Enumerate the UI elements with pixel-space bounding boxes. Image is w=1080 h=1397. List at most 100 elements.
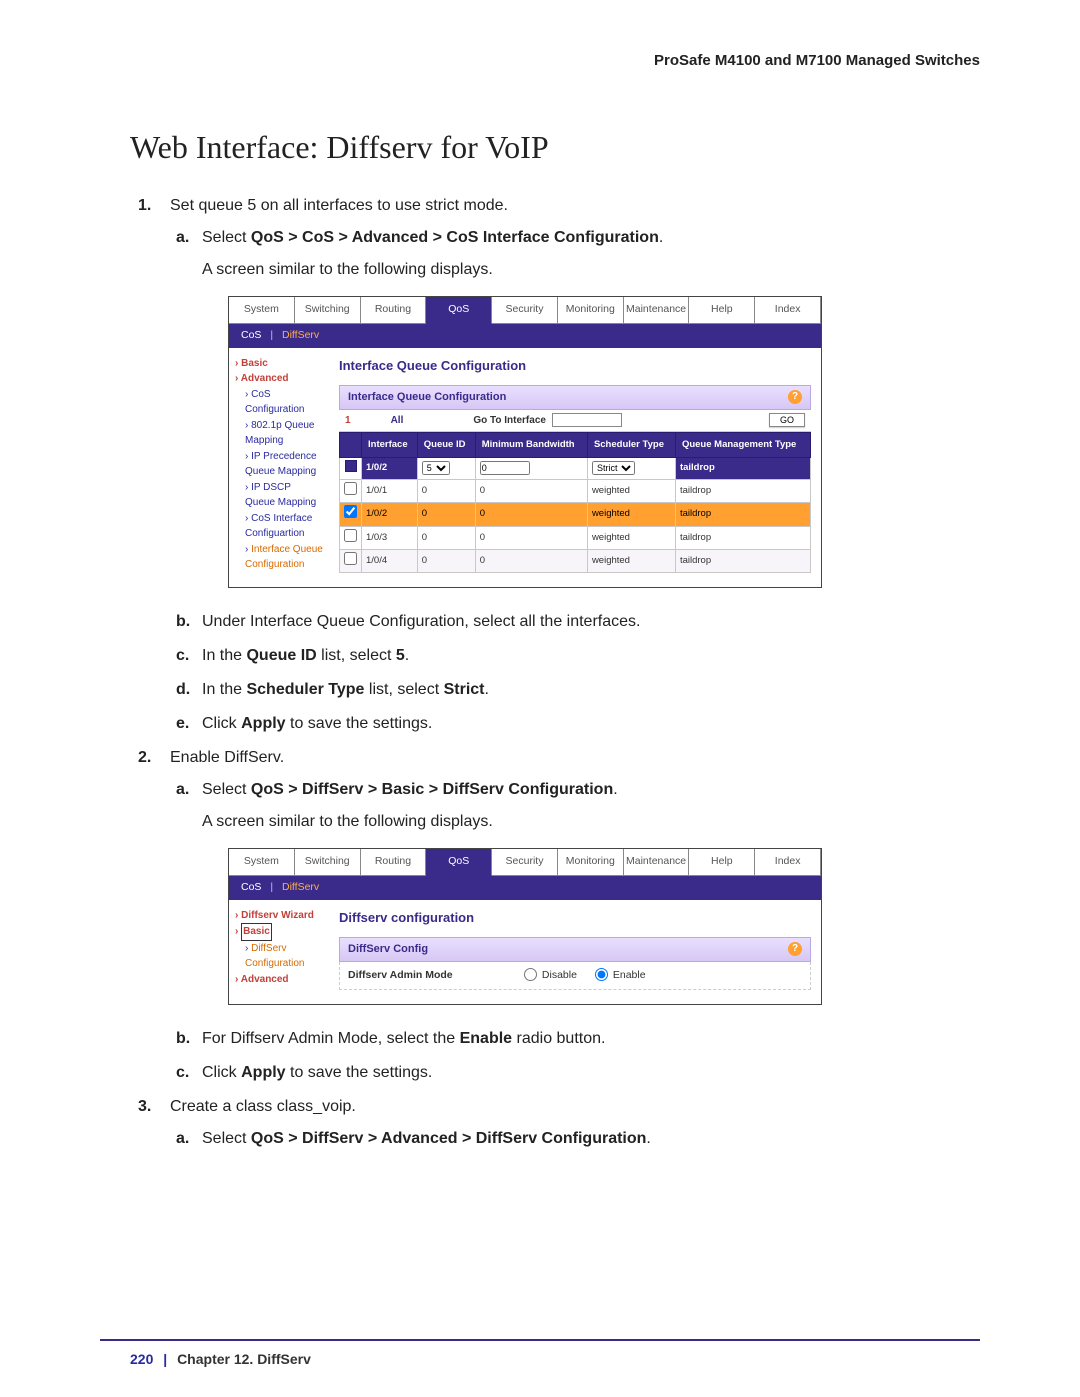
bold: Queue ID [246,647,316,664]
page-num[interactable]: 1 [345,413,351,428]
step-1: 1. Set queue 5 on all interfaces to use … [170,194,980,736]
subtab-diffserv[interactable]: DiffServ [282,329,319,341]
cell-queueid: 0 [417,480,475,503]
cell-qmgmt: taildrop [675,503,810,526]
select-all-icon[interactable] [345,460,357,472]
cell-interface: 1/0/4 [362,549,418,572]
cell-scheduler: weighted [587,526,675,549]
step-2c: c. Click Apply to save the settings. [202,1061,980,1085]
tabbar: System Switching Routing QoS Security Mo… [229,297,821,324]
footer-page: 220 [130,1351,153,1367]
side-item[interactable]: IP Precedence Queue Mapping [235,449,323,480]
side-item[interactable]: IP DSCP Queue Mapping [235,480,323,511]
cell-scheduler: Strict [587,457,675,479]
tab-help[interactable]: Help [689,297,755,324]
after-text: A screen similar to the following displa… [202,810,980,834]
row-checkbox-cell [340,457,362,479]
help-icon[interactable]: ? [788,942,802,956]
tab-monitoring[interactable]: Monitoring [558,849,624,876]
panel-subheader: Interface Queue Configuration ? [339,385,811,410]
step-text: Set queue 5 on all interfaces to use str… [170,197,508,214]
row-checkbox[interactable] [344,505,357,518]
footer-bar: | [163,1351,167,1367]
help-icon[interactable]: ? [788,390,802,404]
pre: Select [202,229,251,246]
tab-maintenance[interactable]: Maintenance [624,849,690,876]
row-checkbox[interactable] [344,529,357,542]
cell-queueid: 0 [417,526,475,549]
sub-num: c. [176,1061,189,1085]
step-text: Enable DiffServ. [170,749,284,766]
radio-enable[interactable] [595,968,608,981]
cell-minbw [475,457,587,479]
goto-label: Go To Interface [473,413,546,428]
cfg-row: Diffserv Admin Mode Disable Enable [339,962,811,991]
all-tab[interactable]: All [391,413,404,428]
steps-list: 1. Set queue 5 on all interfaces to use … [100,194,980,1151]
screenshot-diffserv: System Switching Routing QoS Security Mo… [228,848,822,1005]
side-advanced[interactable]: Advanced [235,371,323,387]
tab-system[interactable]: System [229,849,295,876]
radio-enable-label[interactable]: Enable [589,968,646,984]
side-basic[interactable]: Basic [235,923,323,941]
subtab-sep: | [270,881,273,893]
side-item-selected[interactable]: DiffServ Configuration [235,941,323,972]
tab-system[interactable]: System [229,297,295,324]
after-text: A screen similar to the following displa… [202,258,980,282]
subtab-cos[interactable]: CoS [241,881,261,893]
tabbar: System Switching Routing QoS Security Mo… [229,849,821,876]
subtab-sep: | [270,329,273,341]
row-checkbox-cell [340,526,362,549]
sub-num: a. [176,226,189,250]
side-item[interactable]: 802.1p Queue Mapping [235,418,323,449]
minbw-input[interactable] [480,461,530,475]
tab-index[interactable]: Index [755,297,821,324]
tab-index[interactable]: Index [755,849,821,876]
pre: Select [202,1130,251,1147]
sub-text: Click Apply to save the settings. [202,715,432,732]
subtab-cos[interactable]: CoS [241,329,261,341]
tab-security[interactable]: Security [492,849,558,876]
subtab-diffserv[interactable]: DiffServ [282,881,319,893]
side-item-selected[interactable]: Interface Queue Configuration [235,542,323,573]
tab-monitoring[interactable]: Monitoring [558,297,624,324]
row-checkbox[interactable] [344,482,357,495]
cell-minbw: 0 [475,549,587,572]
side-item[interactable]: CoS Interface Configuartion [235,511,323,542]
tab-routing[interactable]: Routing [361,297,427,324]
side-advanced[interactable]: Advanced [235,972,323,988]
side-basic[interactable]: Basic [235,356,323,372]
sub-text: Under Interface Queue Configuration, sel… [202,613,640,630]
post: . [646,1130,650,1147]
side-menu: Diffserv Wizard Basic DiffServ Configura… [229,900,329,1005]
side-item[interactable]: CoS Configuration [235,387,323,418]
tab-routing[interactable]: Routing [361,849,427,876]
step-1d: d. In the Scheduler Type list, select St… [202,678,980,702]
radio-enable-text: Enable [613,969,646,981]
sub-num: a. [176,778,189,802]
goto-input[interactable] [552,413,622,427]
tab-qos[interactable]: QoS [426,849,492,876]
side-wizard[interactable]: Diffserv Wizard [235,908,323,924]
panel-sub-label: Interface Queue Configuration [348,389,506,406]
go-row: 1 All Go To Interface GO [339,410,811,432]
go-button[interactable]: GO [769,413,805,427]
step-1b: b. Under Interface Queue Configuration, … [202,610,980,634]
table-row: 1/0/300weightedtaildrop [340,526,811,549]
bold2: Strict [444,681,485,698]
scheduler-select[interactable]: Strict [592,461,635,475]
row-checkbox-cell [340,549,362,572]
tab-switching[interactable]: Switching [295,297,361,324]
step-2b: b. For Diffserv Admin Mode, select the E… [202,1027,980,1051]
tab-security[interactable]: Security [492,297,558,324]
tab-switching[interactable]: Switching [295,849,361,876]
subbar: CoS | DiffServ [229,876,821,900]
tab-qos[interactable]: QoS [426,297,492,324]
tab-help[interactable]: Help [689,849,755,876]
radio-disable-label[interactable]: Disable [518,968,577,984]
row-checkbox[interactable] [344,552,357,565]
queueid-select[interactable]: 5 [422,461,450,475]
sub-num: d. [176,678,190,702]
tab-maintenance[interactable]: Maintenance [624,297,690,324]
radio-disable[interactable] [524,968,537,981]
